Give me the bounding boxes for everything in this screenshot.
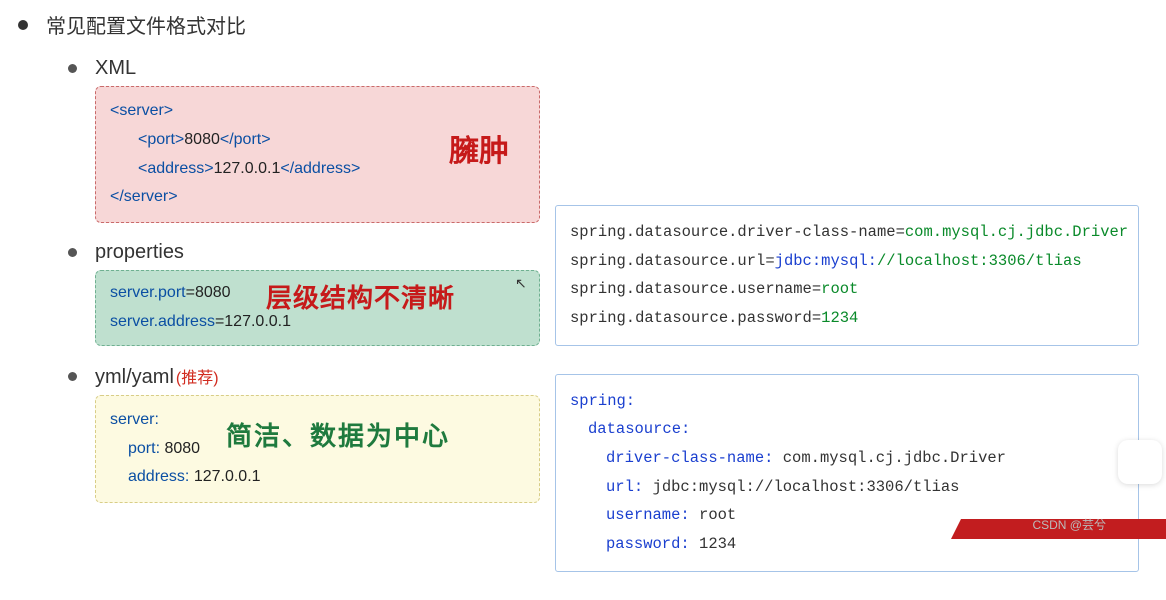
sub-bullet-yaml: yml/yaml(推荐) (68, 364, 555, 389)
r-yaml: datasource: (588, 420, 690, 438)
prop-eq: = (215, 313, 224, 330)
r-prop: //localhost:3306/tlias (877, 252, 1082, 270)
right-yaml-box: spring: datasource: driver-class-name: c… (555, 374, 1139, 572)
yaml-val: 8080 (160, 440, 200, 457)
prop-key: server.address (110, 313, 215, 330)
yaml-key: port: (128, 440, 160, 457)
r-yaml: url: (606, 478, 643, 496)
xml-label: XML (95, 57, 136, 80)
xml-code: </port> (220, 131, 271, 148)
xml-code: <server> (110, 102, 173, 119)
right-properties-box: spring.datasource.driver-class-name=com.… (555, 205, 1139, 346)
r-yaml: jdbc:mysql://localhost:3306/tlias (643, 478, 959, 496)
bullet-icon (68, 64, 77, 73)
sub-bullet-xml: XML (68, 57, 555, 80)
yaml-val: 127.0.0.1 (189, 468, 260, 485)
properties-code-box: server.port=8080 server.address=127.0.0.… (95, 270, 540, 346)
xml-code: </server> (110, 188, 178, 205)
properties-label: properties (95, 241, 184, 264)
bullet-icon (68, 372, 77, 381)
r-yaml: spring: (570, 392, 635, 410)
yaml-code-box: server: port: 8080 address: 127.0.0.1 简洁… (95, 395, 540, 503)
r-prop: = (896, 223, 905, 241)
r-prop: spring.datasource.url (570, 252, 765, 270)
main-title: 常见配置文件格式对比 (46, 10, 246, 39)
xml-code-box: <server> <port>8080</port> <address>127.… (95, 86, 540, 223)
r-prop: = (812, 309, 821, 327)
prop-val: 8080 (195, 284, 231, 301)
r-prop: com.mysql.cj.jdbc.Driver (905, 223, 1128, 241)
r-prop: 1234 (821, 309, 858, 327)
annotation-properties: 层级结构不清晰 (266, 276, 455, 323)
watermark: CSDN @芸兮 (1032, 516, 1106, 533)
xml-code: <address> (138, 160, 214, 177)
yaml-key: server: (110, 411, 159, 428)
r-prop: jdbc:mysql: (775, 252, 877, 270)
xml-code: 127.0.0.1 (214, 160, 281, 177)
annotation-xml: 臃肿 (449, 125, 509, 179)
r-prop: root (821, 280, 858, 298)
prop-eq: = (186, 284, 195, 301)
r-yaml: 1234 (690, 535, 737, 553)
annotation-yaml: 简洁、数据为中心 (226, 414, 450, 461)
prop-key: server.port (110, 284, 186, 301)
yaml-label-a: yml (95, 366, 126, 388)
r-prop: = (765, 252, 774, 270)
chat-bubble-icon[interactable] (1118, 440, 1162, 484)
yaml-rec: (推荐) (176, 370, 219, 387)
r-yaml: root (690, 506, 737, 524)
sub-bullet-properties: properties (68, 241, 555, 264)
r-prop: spring.datasource.username (570, 280, 812, 298)
cursor-icon: ↖ (515, 275, 527, 292)
xml-code: <port> (138, 131, 184, 148)
bullet-icon (68, 248, 77, 257)
r-prop: = (812, 280, 821, 298)
yaml-key: address: (128, 468, 189, 485)
xml-code: 8080 (184, 131, 220, 148)
yaml-label: yml/yaml(推荐) (95, 364, 219, 389)
yaml-label-b: yaml (132, 366, 174, 388)
bullet-icon (18, 20, 28, 30)
r-prop: spring.datasource.password (570, 309, 812, 327)
xml-code: </address> (280, 160, 360, 177)
r-prop: spring.datasource.driver-class-name (570, 223, 896, 241)
r-yaml: com.mysql.cj.jdbc.Driver (773, 449, 1006, 467)
r-yaml: password: (606, 535, 690, 553)
r-yaml: username: (606, 506, 690, 524)
main-bullet: 常见配置文件格式对比 (18, 10, 555, 39)
r-yaml: driver-class-name: (606, 449, 773, 467)
